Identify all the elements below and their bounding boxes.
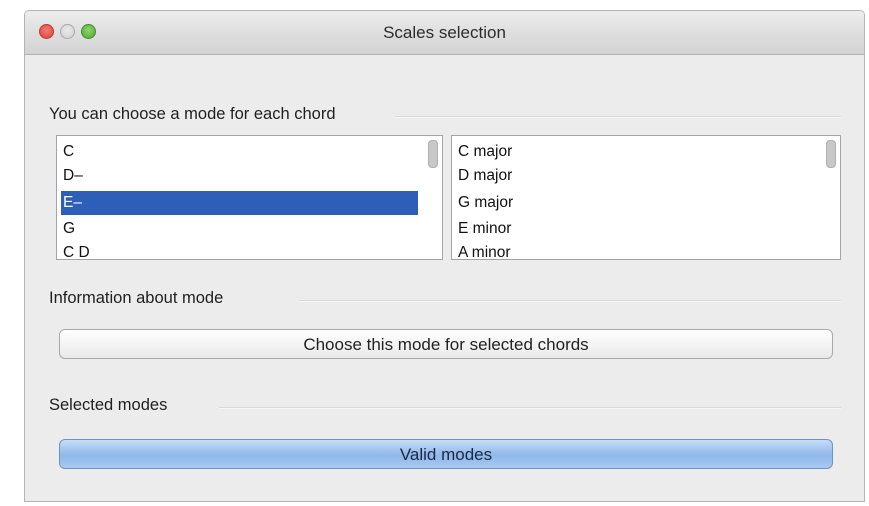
chords-list-scroll-thumb[interactable] xyxy=(428,140,438,168)
info-section-label: Information about mode xyxy=(49,289,224,307)
choose-mode-button[interactable]: Choose this mode for selected chords xyxy=(59,329,833,359)
chord-item-c-d[interactable]: C D xyxy=(61,241,418,259)
modes-list-scroll-thumb[interactable] xyxy=(826,140,836,168)
chord-item-d-minus[interactable]: D– xyxy=(61,164,418,188)
chords-list-scrollbar[interactable] xyxy=(424,136,442,259)
mode-item-e-minor[interactable]: E minor xyxy=(456,217,816,241)
selected-modes-separator xyxy=(219,407,841,409)
modes-list[interactable]: C major D major G major E minor A minor xyxy=(451,135,841,260)
mode-item-g-major[interactable]: G major xyxy=(456,191,816,215)
mode-item-c-major[interactable]: C major xyxy=(456,140,816,164)
info-section-separator xyxy=(299,300,841,302)
chords-section-label: You can choose a mode for each chord xyxy=(49,105,336,123)
chords-section-separator xyxy=(395,116,841,118)
mode-item-d-major[interactable]: D major xyxy=(456,164,816,188)
chord-item-c[interactable]: C xyxy=(61,140,418,164)
scales-selection-window: Scales selection You can choose a mode f… xyxy=(24,10,865,502)
modes-list-scrollbar[interactable] xyxy=(822,136,840,259)
mode-item-a-minor[interactable]: A minor xyxy=(456,241,816,259)
selected-modes-label: Selected modes xyxy=(49,396,168,414)
valid-modes-button[interactable]: Valid modes xyxy=(59,439,833,469)
chords-list[interactable]: C D– E– G C D xyxy=(56,135,443,260)
title-bar: Scales selection xyxy=(25,11,864,55)
chord-item-e-minus-selected[interactable]: E– xyxy=(61,191,418,215)
chord-item-g[interactable]: G xyxy=(61,217,418,241)
window-title: Scales selection xyxy=(383,23,506,42)
